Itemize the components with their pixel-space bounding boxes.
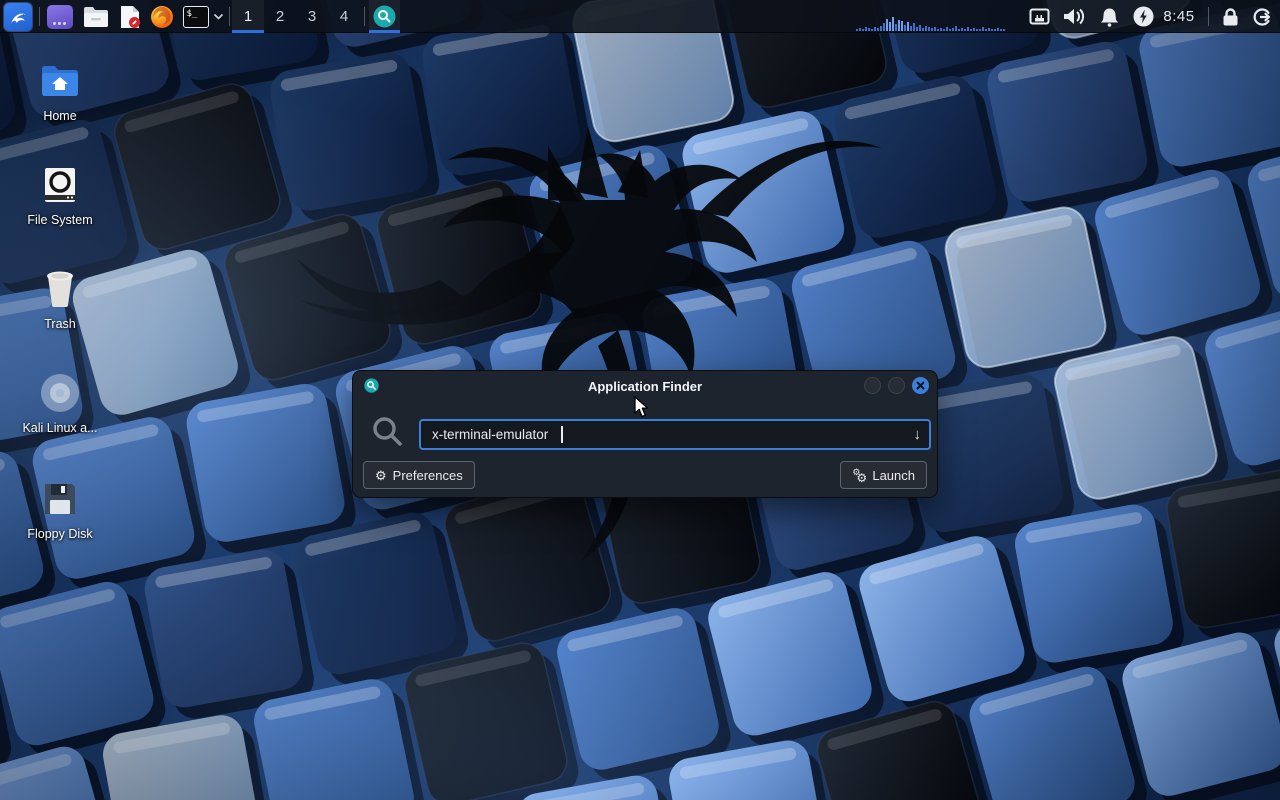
volume-icon — [1062, 7, 1085, 26]
kali-desktop: Home File System Trash — [0, 0, 1280, 800]
search-icon-large — [371, 415, 404, 448]
launcher-terminal-dropdown[interactable]: $_ — [180, 0, 226, 33]
panel-separator — [364, 7, 365, 26]
document-icon — [119, 5, 141, 29]
text-caret — [561, 426, 563, 443]
power-bolt-icon — [1133, 6, 1154, 27]
clock[interactable]: 8:45 — [1156, 0, 1202, 33]
workspace-number: 3 — [308, 8, 316, 25]
close-icon — [916, 381, 925, 390]
audio-spectrum-decoration — [856, 17, 1005, 31]
workspace-number: 2 — [276, 8, 284, 25]
mouse-cursor — [634, 396, 651, 419]
execute-gears-icon: ⚙ ⚙ — [852, 468, 866, 482]
panel-separator — [229, 7, 230, 26]
dropdown-arrow-icon[interactable]: ↓ — [914, 427, 922, 442]
clock-text: 8:45 — [1163, 8, 1194, 25]
terminal-icon: $_ — [183, 6, 209, 28]
desktop-icon-label: Floppy Disk — [27, 527, 92, 541]
search-input[interactable]: x-terminal-emulator ↓ — [419, 419, 931, 450]
workspace-button-2[interactable]: 2 — [264, 0, 296, 33]
desktop-icon-label: File System — [27, 213, 92, 227]
workspace-number: 1 — [244, 8, 252, 25]
launch-button[interactable]: ⚙ ⚙ Launch — [840, 461, 927, 489]
top-panel: $_ 1 2 3 4 — [0, 0, 1280, 33]
optical-disc-icon — [39, 370, 81, 416]
bell-icon — [1100, 7, 1119, 27]
desktop-icon-kali-docs[interactable]: Kali Linux a... — [12, 370, 108, 435]
desktop-icon-label: Home — [43, 109, 76, 123]
maximize-button[interactable] — [888, 377, 905, 394]
workspace-button-1[interactable]: 1 — [232, 0, 264, 33]
notifications-button[interactable] — [1096, 0, 1122, 33]
workspace-button-4[interactable]: 4 — [328, 0, 360, 33]
close-button[interactable] — [912, 377, 929, 394]
desktop-icon-file-system[interactable]: File System — [12, 162, 108, 227]
panel-separator — [39, 7, 40, 26]
network-icon — [1029, 8, 1050, 25]
workspace-button-3[interactable]: 3 — [296, 0, 328, 33]
search-icon — [373, 5, 396, 28]
floppy-disk-icon — [41, 476, 79, 522]
folder-icon — [83, 6, 109, 28]
preferences-button-label: Preferences — [393, 468, 463, 483]
kali-logo-icon — [4, 3, 32, 31]
desktop-icon-floppy-disk[interactable]: Floppy Disk — [12, 476, 108, 541]
power-manager-button[interactable] — [1130, 0, 1156, 33]
launcher-firefox[interactable] — [146, 0, 178, 33]
gear-icon: ⚙ — [375, 469, 387, 482]
lock-icon — [1222, 7, 1239, 27]
desktop-icon-trash[interactable]: Trash — [12, 266, 108, 331]
trash-icon — [42, 266, 78, 312]
minimize-button[interactable] — [864, 377, 881, 394]
application-finder-window: Application Finder x-terminal-emulator ↓… — [352, 370, 938, 498]
launcher-file-manager[interactable] — [80, 0, 112, 33]
home-folder-icon — [39, 58, 81, 104]
logout-button[interactable] — [1248, 0, 1276, 33]
launcher-purple-app[interactable] — [44, 0, 76, 33]
desktop-icon-home[interactable]: Home — [12, 58, 108, 123]
search-input-value: x-terminal-emulator — [432, 427, 548, 442]
panel-separator — [1208, 7, 1209, 26]
network-status-button[interactable] — [1026, 0, 1052, 33]
workspace-number: 4 — [340, 8, 348, 25]
application-finder-panel-button[interactable] — [369, 0, 400, 33]
preferences-button[interactable]: ⚙ Preferences — [363, 461, 475, 489]
logout-icon — [1252, 7, 1272, 27]
lock-screen-button[interactable] — [1216, 0, 1244, 33]
hard-drive-icon — [41, 162, 79, 208]
launch-button-label: Launch — [872, 468, 915, 483]
volume-button[interactable] — [1058, 0, 1088, 33]
firefox-icon — [150, 5, 174, 29]
chevron-down-icon — [213, 13, 224, 20]
purple-app-icon — [47, 5, 73, 29]
desktop-icon-label: Trash — [44, 317, 76, 331]
launcher-text-editor[interactable] — [114, 0, 146, 33]
desktop-icon-label: Kali Linux a... — [22, 421, 97, 435]
applications-menu-button[interactable] — [2, 0, 34, 33]
